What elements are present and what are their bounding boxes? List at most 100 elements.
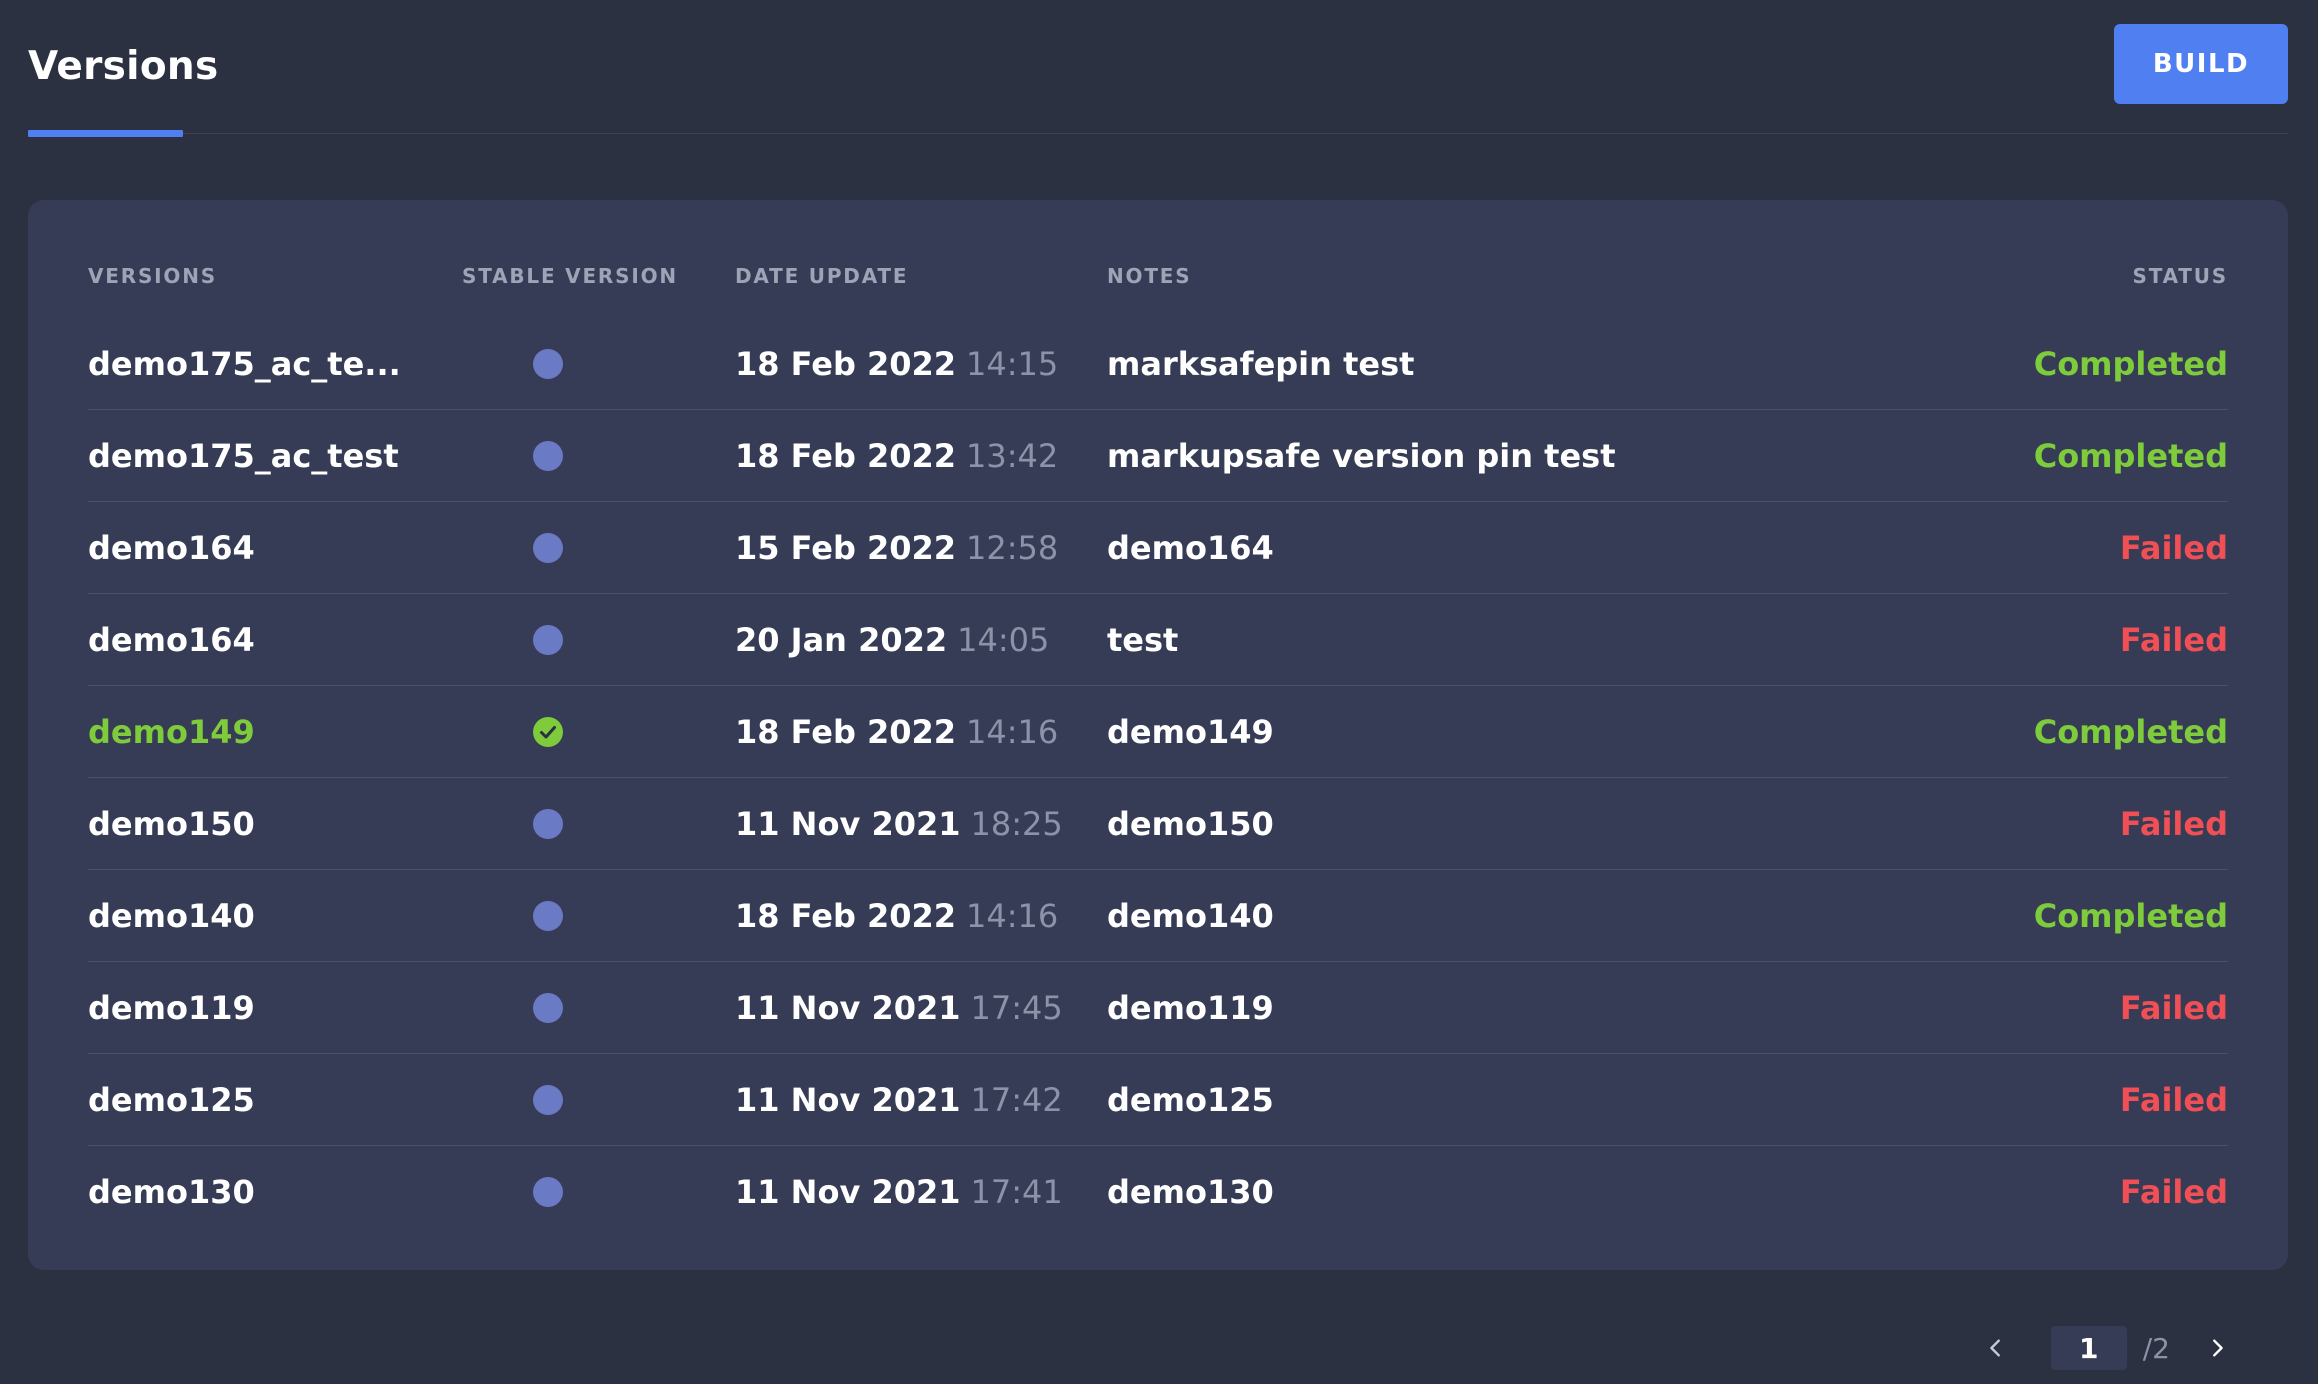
version-name[interactable]: demo149 [88, 686, 255, 778]
stable-version-toggle[interactable] [462, 778, 634, 870]
table-row[interactable]: demo175_ac_test 18 Feb 2022 13:42 markupsaf… [88, 410, 2228, 502]
notes: demo149 [1107, 713, 1274, 751]
notes: marksafepin test [1107, 345, 1415, 383]
date-update: 11 Nov 2021 17:42 [735, 1054, 1063, 1146]
pagination: 1 /2 [1979, 1326, 2234, 1370]
date-update: 11 Nov 2021 18:25 [735, 778, 1063, 870]
status-badge: Failed [2119, 1173, 2228, 1211]
page-title: Versions [28, 44, 219, 89]
table-body: demo175_ac_te... 18 Feb 2022 14:15 marksafe… [88, 318, 2228, 1238]
table-row[interactable]: demo119 11 Nov 2021 17:45 demo119 Failed [88, 962, 2228, 1054]
version-name[interactable]: demo175_ac_test [88, 410, 399, 502]
notes: demo130 [1107, 1173, 1274, 1211]
time-value: 17:45 [970, 989, 1063, 1027]
stable-version-toggle[interactable] [462, 1054, 634, 1146]
radio-dot-icon [533, 809, 563, 839]
table-row[interactable]: demo140 18 Feb 2022 14:16 demo140 Completed [88, 870, 2228, 962]
table-row[interactable]: demo175_ac_te... 18 Feb 2022 14:15 marksafe… [88, 318, 2228, 410]
notes: markupsafe version pin test [1107, 437, 1616, 475]
time-value: 17:41 [970, 1173, 1063, 1211]
version-name[interactable]: demo140 [88, 870, 255, 962]
date-value: 11 Nov 2021 [735, 805, 961, 843]
table-row[interactable]: demo150 11 Nov 2021 18:25 demo150 Failed [88, 778, 2228, 870]
time-value: 14:16 [966, 713, 1059, 751]
date-value: 11 Nov 2021 [735, 1173, 961, 1211]
radio-dot-icon [533, 625, 563, 655]
status-badge: Completed [2033, 345, 2228, 383]
status-badge: Failed [2119, 989, 2228, 1027]
notes: demo150 [1107, 805, 1274, 843]
time-value: 12:58 [966, 529, 1059, 567]
table-row[interactable]: demo149 18 Feb 2022 14:16 demo149 Completed [88, 686, 2228, 778]
next-page-button[interactable] [2200, 1326, 2234, 1370]
chevron-right-icon [2213, 1339, 2223, 1357]
time-value: 14:15 [966, 345, 1059, 383]
date-update: 18 Feb 2022 13:42 [735, 410, 1058, 502]
date-update: 15 Feb 2022 12:58 [735, 502, 1058, 594]
header-divider [28, 133, 2288, 134]
stable-version-toggle[interactable] [462, 962, 634, 1054]
status-badge: Completed [2033, 437, 2228, 475]
versions-table: VERSIONS STABLE VERSION DATE UPDATE NOTE… [88, 200, 2228, 1238]
stable-version-toggle[interactable] [462, 502, 634, 594]
stable-version-toggle[interactable] [462, 870, 634, 962]
column-header-status: STATUS [2132, 264, 2228, 288]
stable-version-toggle[interactable] [462, 410, 634, 502]
time-value: 18:25 [970, 805, 1063, 843]
active-tab-indicator [28, 130, 183, 137]
date-update: 11 Nov 2021 17:41 [735, 1146, 1063, 1238]
notes: demo125 [1107, 1081, 1274, 1119]
stable-version-toggle[interactable] [462, 686, 634, 778]
date-update: 18 Feb 2022 14:15 [735, 318, 1058, 410]
status-badge: Completed [2033, 897, 2228, 935]
check-circle-icon [533, 717, 563, 747]
status-badge: Completed [2033, 713, 2228, 751]
table-row[interactable]: demo130 11 Nov 2021 17:41 demo130 Failed [88, 1146, 2228, 1238]
notes: demo119 [1107, 989, 1274, 1027]
time-value: 13:42 [966, 437, 1059, 475]
radio-dot-icon [533, 441, 563, 471]
stable-version-toggle[interactable] [462, 1146, 634, 1238]
chevron-left-icon [1989, 1339, 2000, 1357]
version-name[interactable]: demo164 [88, 502, 255, 594]
date-value: 11 Nov 2021 [735, 989, 961, 1027]
notes: demo140 [1107, 897, 1274, 935]
time-value: 14:16 [966, 897, 1059, 935]
previous-page-button[interactable] [1979, 1326, 2013, 1370]
version-name[interactable]: demo119 [88, 962, 255, 1054]
column-header-stable-version: STABLE VERSION [462, 264, 678, 288]
date-value: 11 Nov 2021 [735, 1081, 961, 1119]
status-badge: Failed [2119, 621, 2228, 659]
date-value: 20 Jan 2022 [735, 621, 948, 659]
version-name[interactable]: demo175_ac_te... [88, 318, 401, 410]
build-button[interactable]: BUILD [2114, 24, 2288, 104]
current-page-input[interactable]: 1 [2050, 1326, 2127, 1370]
table-row[interactable]: demo164 15 Feb 2022 12:58 demo164 Failed [88, 502, 2228, 594]
page-header: Versions BUILD [28, 0, 2288, 140]
date-value: 18 Feb 2022 [735, 345, 957, 383]
version-name[interactable]: demo125 [88, 1054, 255, 1146]
table-row[interactable]: demo164 20 Jan 2022 14:05 test Failed [88, 594, 2228, 686]
date-update: 20 Jan 2022 14:05 [735, 594, 1049, 686]
stable-version-toggle[interactable] [462, 318, 634, 410]
version-name[interactable]: demo130 [88, 1146, 255, 1238]
date-update: 18 Feb 2022 14:16 [735, 870, 1058, 962]
version-name[interactable]: demo164 [88, 594, 255, 686]
column-header-versions: VERSIONS [88, 264, 217, 288]
radio-dot-icon [533, 533, 563, 563]
stable-version-toggle[interactable] [462, 594, 634, 686]
time-value: 17:42 [970, 1081, 1063, 1119]
status-badge: Failed [2119, 805, 2228, 843]
status-badge: Failed [2119, 529, 2228, 567]
date-value: 15 Feb 2022 [735, 529, 957, 567]
date-update: 11 Nov 2021 17:45 [735, 962, 1063, 1054]
radio-dot-icon [533, 1085, 563, 1115]
radio-dot-icon [533, 1177, 563, 1207]
date-update: 18 Feb 2022 14:16 [735, 686, 1058, 778]
notes: test [1107, 621, 1179, 659]
total-pages: /2 [2142, 1331, 2170, 1365]
time-value: 14:05 [957, 621, 1050, 659]
versions-card: VERSIONS STABLE VERSION DATE UPDATE NOTE… [28, 200, 2288, 1270]
version-name[interactable]: demo150 [88, 778, 255, 870]
table-row[interactable]: demo125 11 Nov 2021 17:42 demo125 Failed [88, 1054, 2228, 1146]
